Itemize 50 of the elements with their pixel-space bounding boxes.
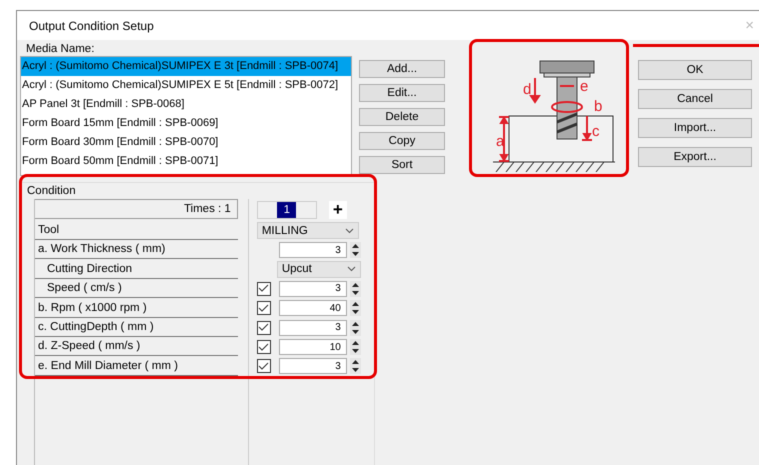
media-list-item[interactable]: Acryl : (Sumitomo Chemical)SUMIPEX E 5t [Endmill : SPB-0072]	[21, 76, 351, 95]
media-name-label: Media Name:	[25, 42, 96, 56]
parameter-label: Speed ( cm/s )	[35, 280, 238, 298]
chevron-down-icon[interactable]	[344, 228, 354, 234]
number-field[interactable]: 40	[278, 300, 347, 316]
dropdown[interactable]: Upcut	[276, 260, 361, 278]
condition-group-title: Condition	[26, 184, 77, 199]
spinner-icon[interactable]	[350, 242, 361, 258]
parameter-label: a. Work Thickness ( mm)	[35, 241, 238, 260]
parameter-label: Tool	[35, 222, 238, 240]
media-button[interactable]: Copy	[359, 132, 445, 150]
chevron-down-icon[interactable]	[346, 266, 356, 272]
spinner-icon[interactable]	[350, 358, 361, 374]
add-tab-button[interactable]: +	[328, 201, 347, 219]
media-button[interactable]: Add...	[359, 60, 445, 78]
spinner-icon[interactable]	[350, 280, 361, 297]
dialog-button[interactable]: Import...	[638, 118, 752, 138]
spinner-icon[interactable]	[350, 339, 361, 356]
parameter-label: d. Z-Speed ( mm/s )	[35, 338, 238, 356]
spinner-icon[interactable]	[350, 320, 361, 336]
dropdown[interactable]: MILLING	[256, 222, 359, 240]
parameter-label: b. Rpm ( x1000 rpm )	[35, 300, 238, 318]
media-button[interactable]: Edit...	[359, 84, 445, 102]
media-list-item[interactable]: Acryl : (Sumitomo Chemical)SUMIPEX E 3t [Endmill : SPB-0074]	[21, 57, 351, 76]
number-field[interactable]: 10	[278, 339, 347, 356]
media-list-item[interactable]: AP Panel 3t [Endmill : SPB-0068]	[21, 95, 351, 114]
dialog-button[interactable]: OK	[638, 60, 752, 80]
parameter-label: Cutting Direction	[35, 260, 238, 279]
condition-tab[interactable]: 1	[256, 201, 317, 219]
number-field[interactable]: 3	[278, 242, 347, 258]
parameter-label: c. CuttingDepth ( mm )	[35, 318, 238, 337]
media-button[interactable]: Sort	[359, 156, 445, 174]
media-list-item[interactable]: Form Board 30mm [Endmill : SPB-0070]	[21, 133, 351, 152]
media-button[interactable]: Delete	[359, 108, 445, 126]
window-title: Output Condition Setup	[29, 18, 154, 32]
times-header: Times : 1	[35, 199, 238, 219]
media-list-item[interactable]: Form Board 50mm [Endmill : SPB-0071]	[21, 152, 351, 171]
checkbox[interactable]	[256, 320, 271, 335]
checkbox[interactable]	[256, 282, 271, 296]
checkbox[interactable]	[256, 301, 271, 316]
dialog-button[interactable]: Export...	[638, 147, 752, 167]
number-field[interactable]: 3	[278, 320, 347, 336]
parameter-label: e. End Mill Diameter ( mm )	[35, 358, 238, 376]
checkbox[interactable]	[256, 359, 271, 374]
checkbox[interactable]	[256, 340, 271, 354]
dialog-button[interactable]: Cancel	[638, 89, 752, 109]
spinner-icon[interactable]	[350, 300, 361, 316]
media-list-item[interactable]: Form Board 15mm [Endmill : SPB-0069]	[21, 114, 351, 133]
number-field[interactable]: 3	[278, 280, 347, 297]
number-field[interactable]: 3	[278, 358, 347, 374]
